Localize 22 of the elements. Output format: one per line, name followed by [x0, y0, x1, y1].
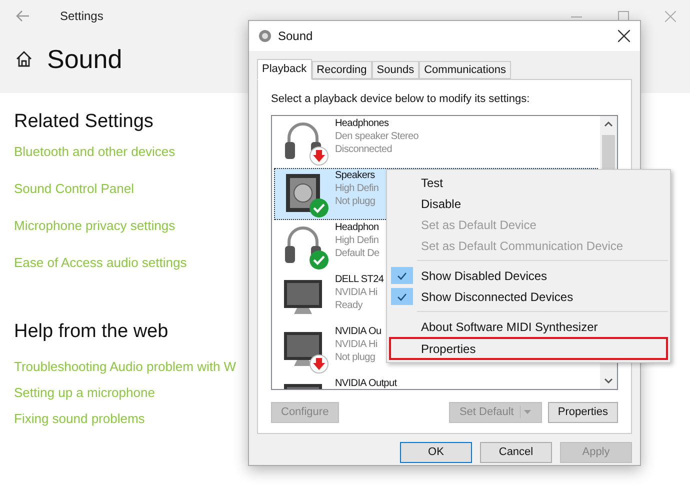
- device-status: Disconnected: [335, 142, 393, 156]
- device-description: High Defin: [335, 234, 380, 246]
- device-name: Speakers: [335, 168, 376, 182]
- instruction-text: Select a playback device below to modify its settings:: [271, 92, 531, 107]
- device-description: NVIDIA Hi: [335, 286, 378, 298]
- device-name: Headphones: [335, 116, 390, 130]
- device-status: Default De: [335, 246, 380, 260]
- page-title: Sound: [47, 46, 122, 72]
- device-status: Ready: [335, 298, 364, 312]
- device-name: Headphon: [335, 220, 380, 234]
- device-status: Not plugg: [335, 194, 376, 208]
- device-description: NVIDIA Hi: [335, 338, 378, 350]
- device-name: NVIDIA Output: [335, 376, 397, 388]
- device-description: High Defin: [335, 182, 379, 194]
- device-name: DELL ST24: [335, 272, 384, 286]
- dialog-title: Sound: [278, 28, 313, 45]
- device-description: Den speaker Stereo: [335, 130, 419, 142]
- section-heading: Related Settings: [14, 110, 154, 134]
- device-status: Not plugg: [335, 350, 376, 364]
- window-title: Settings: [60, 8, 104, 25]
- device-name: NVIDIA Ou: [335, 324, 382, 338]
- section-heading: Help from the web: [14, 320, 168, 344]
